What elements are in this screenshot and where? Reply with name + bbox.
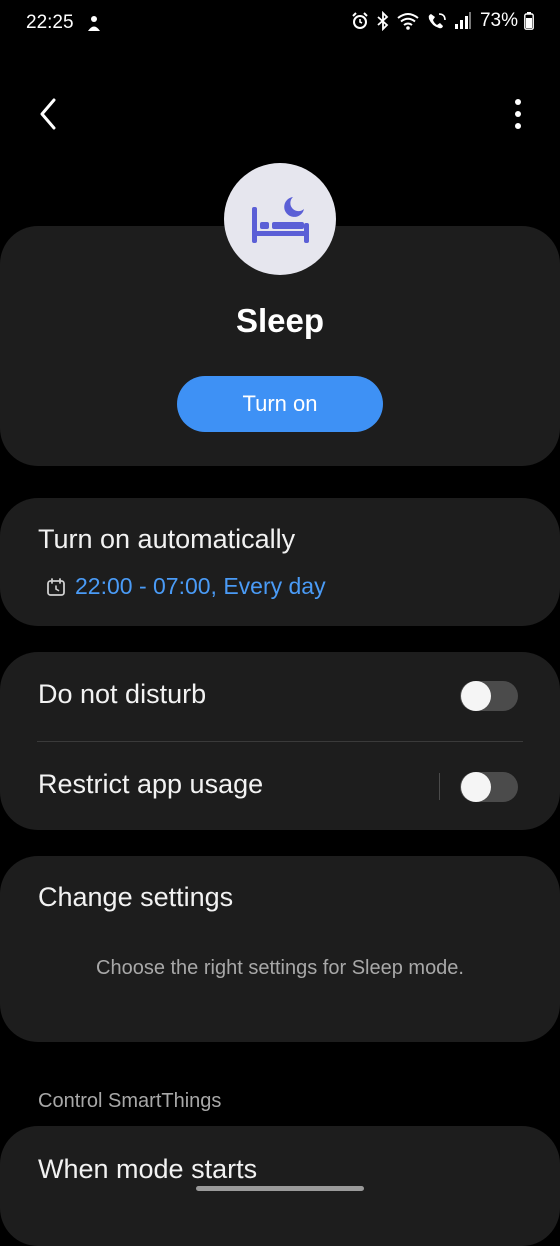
mode-title: Sleep	[235, 302, 325, 339]
status-time: 22:25	[26, 12, 74, 33]
restrict-app-usage-label: Restrict app usage	[38, 769, 264, 799]
wifi-icon	[397, 13, 419, 30]
when-mode-starts-label: When mode starts	[38, 1154, 258, 1184]
vertical-separator	[439, 773, 440, 800]
turn-on-automatically-title: Turn on automatically	[38, 524, 296, 554]
turn-on-button[interactable]: Turn on	[177, 376, 383, 432]
do-not-disturb-switch[interactable]	[460, 681, 518, 711]
bed-moon-icon	[252, 197, 309, 243]
more-options-button[interactable]	[506, 96, 530, 132]
gesture-navigation-bar[interactable]	[196, 1186, 364, 1191]
mode-icon	[224, 163, 336, 275]
change-settings-description: Choose the right settings for Sleep mode…	[96, 957, 464, 979]
switch-knob	[461, 681, 491, 711]
bluetooth-icon	[377, 11, 389, 31]
schedule-summary: 22:00 - 07:00, Every day	[75, 573, 326, 599]
wifi-calling-icon	[428, 13, 446, 29]
battery-percentage: 73%	[479, 10, 518, 31]
restrict-app-usage-switch[interactable]	[460, 772, 518, 802]
do-not-disturb-label: Do not disturb	[38, 679, 207, 709]
signal-icon	[454, 12, 471, 29]
alarm-icon	[352, 12, 368, 29]
change-settings-title: Change settings	[38, 882, 234, 912]
status-notification-icon	[88, 16, 100, 31]
calendar-clock-icon	[47, 578, 65, 596]
back-button[interactable]	[28, 92, 68, 136]
control-smartthings-header: Control SmartThings	[38, 1090, 222, 1112]
status-icons: 73%	[350, 10, 534, 32]
battery-icon	[524, 12, 534, 30]
turn-on-automatically-card[interactable]	[0, 498, 560, 626]
switch-knob	[461, 772, 491, 802]
